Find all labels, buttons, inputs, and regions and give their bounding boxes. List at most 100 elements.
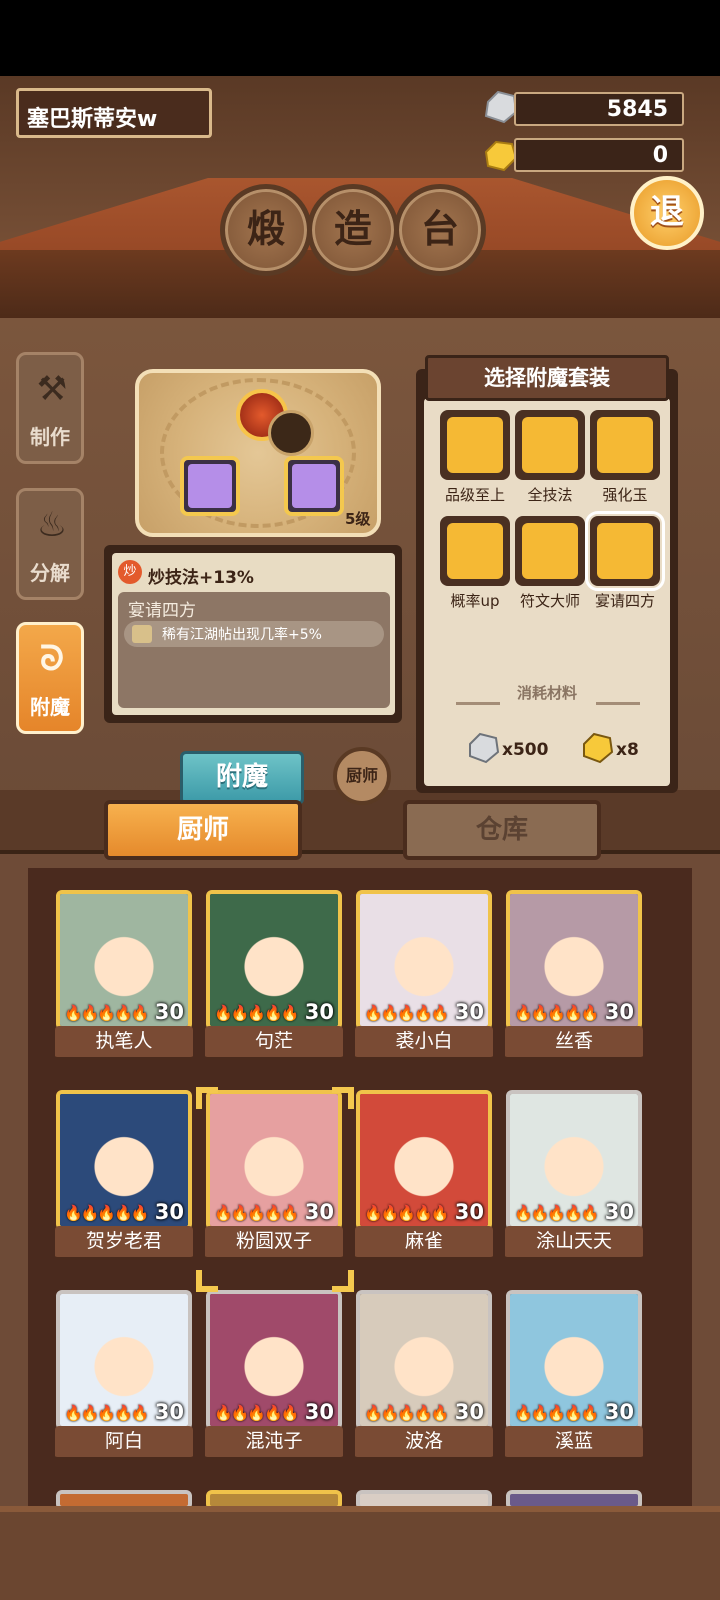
set-label: 概率up — [450, 592, 500, 610]
tab-decompose[interactable]: ♨ 分解 — [16, 488, 84, 600]
set-label: 宴请四方 — [594, 592, 655, 610]
chef-name: 溪蓝 — [505, 1426, 643, 1460]
set-feast[interactable] — [585, 511, 665, 591]
chef-card[interactable]: 🔥🔥🔥🔥🔥 30 — [356, 890, 492, 1030]
tab-craft[interactable]: ⚒ 制作 — [16, 352, 84, 464]
chef-card[interactable]: 🔥🔥🔥🔥🔥 30 — [56, 1090, 192, 1230]
enchant-slot-right[interactable] — [284, 456, 344, 516]
star-flame-icon: 🔥🔥🔥🔥🔥 — [64, 1404, 149, 1422]
set-enhance-jade[interactable] — [590, 410, 660, 480]
chef-name: 麻雀 — [355, 1226, 493, 1260]
cost-gold: x8 — [616, 740, 639, 760]
chef-name: 涂山天天 — [505, 1226, 643, 1260]
star-flame-icon: 🔥🔥🔥🔥🔥 — [514, 1204, 599, 1222]
enchant-button[interactable]: 附魔 — [180, 751, 304, 805]
chef-level: 30 — [454, 1000, 484, 1024]
chef-level: 30 — [604, 1200, 634, 1224]
silver-ore-icon — [482, 90, 518, 124]
enchant-slot-left[interactable] — [180, 456, 240, 516]
set-bonus-text: 稀有江湖帖出现几率+5% — [124, 621, 384, 647]
tab-enchant-label: 附魔 — [30, 695, 70, 719]
chef-card[interactable]: 🔥🔥🔥🔥🔥 30 — [356, 1090, 492, 1230]
selection-corner — [196, 1087, 218, 1109]
title-char-1: 煅 — [220, 184, 312, 276]
swirl-flame-icon: ᘐ — [40, 639, 64, 679]
gold-count: 0 — [514, 138, 684, 172]
selection-corner — [332, 1270, 354, 1292]
chef-name: 混沌子 — [205, 1426, 343, 1460]
chef-card[interactable]: 🔥🔥🔥🔥🔥 30 — [506, 1290, 642, 1430]
silver-ore-icon — [466, 732, 500, 768]
sheep-rune-icon — [188, 464, 232, 508]
title-char-2: 造 — [307, 184, 399, 276]
selection-corner — [332, 1087, 354, 1109]
tab-craft-label: 制作 — [30, 425, 70, 449]
effect-text: 炒技法+13% — [148, 568, 254, 588]
gold-ore-icon — [482, 138, 518, 172]
chef-card[interactable]: 🔥🔥🔥🔥🔥 30 — [206, 1290, 342, 1430]
star-flame-icon: 🔥🔥🔥🔥🔥 — [364, 1004, 449, 1022]
gold-ore-icon — [580, 732, 614, 768]
chef-name: 丝香 — [505, 1026, 643, 1060]
selection-corner — [196, 1270, 218, 1292]
set-rune-master[interactable] — [515, 516, 585, 586]
chef-card[interactable]: 🔥🔥🔥🔥🔥 30 — [356, 1290, 492, 1430]
star-flame-icon: 🔥🔥🔥🔥🔥 — [214, 1204, 299, 1222]
status-bar-area — [0, 0, 720, 76]
chef-name: 执笔人 — [55, 1026, 193, 1060]
flame-icon: ♨ — [36, 505, 68, 545]
title-char-3: 台 — [394, 184, 486, 276]
cost-silver: x500 — [502, 740, 549, 760]
set-label: 强化玉 — [602, 486, 648, 504]
tab-storage[interactable]: 仓库 — [403, 800, 601, 860]
chef-card[interactable]: 🔥🔥🔥🔥🔥 30 — [206, 1090, 342, 1230]
scroll-icon — [268, 410, 314, 456]
tab-chef[interactable]: 厨师 — [104, 800, 302, 860]
invitation-icon — [132, 625, 152, 643]
star-flame-icon: 🔥🔥🔥🔥🔥 — [514, 1004, 599, 1022]
star-flame-icon: 🔥🔥🔥🔥🔥 — [514, 1404, 599, 1422]
chef-name: 句茫 — [205, 1026, 343, 1060]
chef-level: 30 — [154, 1000, 184, 1024]
star-flame-icon: 🔥🔥🔥🔥🔥 — [364, 1404, 449, 1422]
chef-card[interactable]: 🔥🔥🔥🔥🔥 30 — [506, 890, 642, 1030]
chef-name: 波洛 — [355, 1426, 493, 1460]
star-flame-icon: 🔥🔥🔥🔥🔥 — [214, 1404, 299, 1422]
exit-button[interactable]: 退 — [630, 176, 704, 250]
set-label: 品级至上 — [444, 486, 505, 504]
cooking-tool-icon: ⚒ — [36, 369, 68, 409]
chef-level: 30 — [604, 1400, 634, 1424]
chef-name: 阿白 — [55, 1426, 193, 1460]
divider — [596, 702, 640, 705]
sheep-rune-icon — [292, 464, 336, 508]
player-name: 塞巴斯蒂安w — [16, 88, 212, 138]
chef-name: 粉圆双子 — [205, 1226, 343, 1260]
chef-card[interactable]: 🔥🔥🔥🔥🔥 30 — [506, 1090, 642, 1230]
stir-fry-badge: 炒 — [118, 560, 142, 584]
chef-level: 30 — [154, 1400, 184, 1424]
tab-decompose-label: 分解 — [30, 561, 70, 585]
chef-card[interactable]: 🔥🔥🔥🔥🔥 30 — [206, 890, 342, 1030]
chef-level: 30 — [454, 1400, 484, 1424]
chef-select-button[interactable]: 厨师 — [333, 747, 391, 805]
set-grade-supreme[interactable] — [440, 410, 510, 480]
set-name: 宴请四方 — [128, 601, 196, 621]
chef-level: 30 — [304, 1200, 334, 1224]
set-probability-up[interactable] — [440, 516, 510, 586]
chef-card[interactable]: 🔥🔥🔥🔥🔥 30 — [56, 890, 192, 1030]
set-label: 符文大师 — [519, 592, 580, 610]
set-all-skills[interactable] — [515, 410, 585, 480]
tab-enchant[interactable]: ᘐ 附魔 — [16, 622, 84, 734]
enchant-level: 5级 — [345, 510, 371, 528]
chef-level: 30 — [454, 1200, 484, 1224]
chef-level: 30 — [304, 1000, 334, 1024]
chef-level: 30 — [304, 1400, 334, 1424]
cost-label: 消耗材料 — [516, 684, 577, 702]
silver-count: 5845 — [514, 92, 684, 126]
chef-level: 30 — [154, 1200, 184, 1224]
chef-name: 贺岁老君 — [55, 1226, 193, 1260]
star-flame-icon: 🔥🔥🔥🔥🔥 — [214, 1004, 299, 1022]
star-flame-icon: 🔥🔥🔥🔥🔥 — [64, 1004, 149, 1022]
chef-card[interactable]: 🔥🔥🔥🔥🔥 30 — [56, 1290, 192, 1430]
chef-level: 30 — [604, 1000, 634, 1024]
